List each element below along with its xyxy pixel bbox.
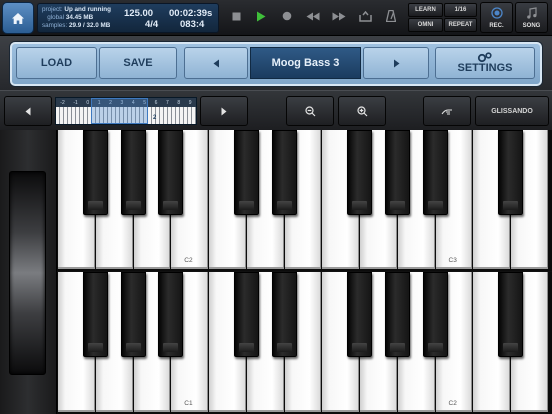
next-preset-button[interactable] xyxy=(363,47,429,79)
rec-label: REC. xyxy=(489,23,504,29)
samples-label: samples: xyxy=(42,22,68,29)
stop-button[interactable] xyxy=(225,5,247,27)
load-button[interactable]: LOAD xyxy=(16,47,97,79)
song-label: SONG xyxy=(522,23,541,29)
hand-mode-button[interactable] xyxy=(423,96,471,126)
record-button[interactable] xyxy=(276,5,298,27)
black-key[interactable] xyxy=(120,130,146,215)
fast-forward-icon xyxy=(332,12,346,20)
zoom-out-icon xyxy=(304,105,315,116)
black-key[interactable] xyxy=(347,272,372,357)
black-key[interactable] xyxy=(271,130,297,215)
octave-number: 8 xyxy=(177,99,181,106)
previous-preset-button[interactable] xyxy=(184,47,248,79)
hand-icon xyxy=(441,109,452,115)
black-key[interactable] xyxy=(233,130,259,215)
arrow-left-icon xyxy=(25,107,31,115)
pitch-bend-wheel[interactable] xyxy=(9,171,46,375)
settings-button[interactable]: SETTINGS xyxy=(435,47,535,79)
visible-range-window[interactable] xyxy=(91,98,148,124)
samples-memory: 29.9 / 32.0 MB xyxy=(68,22,111,29)
arrow-right-icon xyxy=(393,59,399,67)
black-key[interactable] xyxy=(158,130,184,215)
play-icon xyxy=(257,11,266,21)
time-signature[interactable]: 4/4 xyxy=(145,20,158,30)
zoom-in-button[interactable] xyxy=(338,96,386,126)
key-label: C2 xyxy=(448,400,457,407)
repeat-button[interactable]: REPEAT xyxy=(444,18,477,32)
octave-number: 9 xyxy=(188,99,192,106)
key-label: C1 xyxy=(184,400,193,407)
lower-keyboard: C1 C2 xyxy=(57,272,552,414)
metronome-icon xyxy=(386,10,396,22)
tempo-display[interactable]: 125.00 xyxy=(124,9,153,19)
glissando-button[interactable]: GLISSANDO xyxy=(475,96,549,126)
black-key[interactable] xyxy=(271,272,297,357)
preset-name-display[interactable]: Moog Bass 3 xyxy=(250,47,361,79)
black-key[interactable] xyxy=(82,272,108,357)
record-dot-icon xyxy=(282,11,292,21)
song-mode-button[interactable]: SONG xyxy=(515,2,548,33)
save-button[interactable]: SAVE xyxy=(99,47,177,79)
black-key[interactable] xyxy=(384,272,410,357)
time-display: 00:02:39s xyxy=(169,8,213,19)
octave-number: -1 xyxy=(73,99,78,106)
settings-label: SETTINGS xyxy=(457,62,513,74)
song-position: 083:4 xyxy=(180,19,205,30)
keyboard-range-minimap[interactable]: -2 -1 0 1 2 3 4 5 6 7 8 9 2 xyxy=(55,97,197,125)
rewind-icon xyxy=(306,12,320,20)
learn-button[interactable]: LEARN xyxy=(408,3,443,17)
octave-up-button[interactable] xyxy=(200,96,248,126)
project-label: project: xyxy=(42,6,63,13)
black-key[interactable] xyxy=(384,130,410,215)
current-octave: 2 xyxy=(153,115,157,121)
home-icon xyxy=(12,12,24,24)
key-label: C3 xyxy=(448,257,457,264)
loop-button[interactable] xyxy=(354,5,376,27)
status-display: project: Up and running global 34.45 MB … xyxy=(37,3,219,33)
rec-circle-icon xyxy=(490,7,503,19)
quantize-button[interactable]: 1/16 xyxy=(444,3,477,17)
global-label: global xyxy=(47,14,65,21)
top-bar: project: Up and running global 34.45 MB … xyxy=(0,0,552,36)
loop-icon xyxy=(358,10,372,22)
play-button[interactable] xyxy=(250,5,272,27)
arrow-left-icon xyxy=(213,59,219,67)
upper-keyboard: C2 C3 xyxy=(57,130,552,271)
project-info: project: Up and running global 34.45 MB … xyxy=(42,6,111,30)
black-key[interactable] xyxy=(422,130,448,215)
octave-number: 7 xyxy=(166,99,169,106)
black-key[interactable] xyxy=(158,272,184,357)
black-key[interactable] xyxy=(498,272,523,357)
octave-down-button[interactable] xyxy=(4,96,52,126)
black-key[interactable] xyxy=(82,130,108,215)
black-key[interactable] xyxy=(422,272,448,357)
black-key[interactable] xyxy=(347,130,372,215)
home-button[interactable] xyxy=(2,2,34,34)
zoom-out-button[interactable] xyxy=(286,96,334,126)
black-key[interactable] xyxy=(233,272,259,357)
rec-mode-button[interactable]: REC. xyxy=(480,2,513,33)
octave-number: 0 xyxy=(86,99,90,106)
omni-button[interactable]: OMNI xyxy=(408,18,443,32)
fast-forward-button[interactable] xyxy=(328,5,350,27)
stop-icon xyxy=(232,12,240,20)
octave-number: 6 xyxy=(154,99,158,106)
octave-number: -2 xyxy=(60,99,65,106)
rewind-button[interactable] xyxy=(302,5,324,27)
music-note-icon xyxy=(526,7,537,19)
black-key[interactable] xyxy=(498,130,523,215)
black-key[interactable] xyxy=(120,272,146,357)
global-memory: 34.45 MB xyxy=(65,14,94,21)
metronome-button[interactable] xyxy=(380,5,402,27)
arrow-right-icon xyxy=(221,107,227,115)
key-label: C2 xyxy=(184,257,193,264)
project-name: Up and running xyxy=(64,6,111,13)
zoom-in-icon xyxy=(356,105,367,116)
